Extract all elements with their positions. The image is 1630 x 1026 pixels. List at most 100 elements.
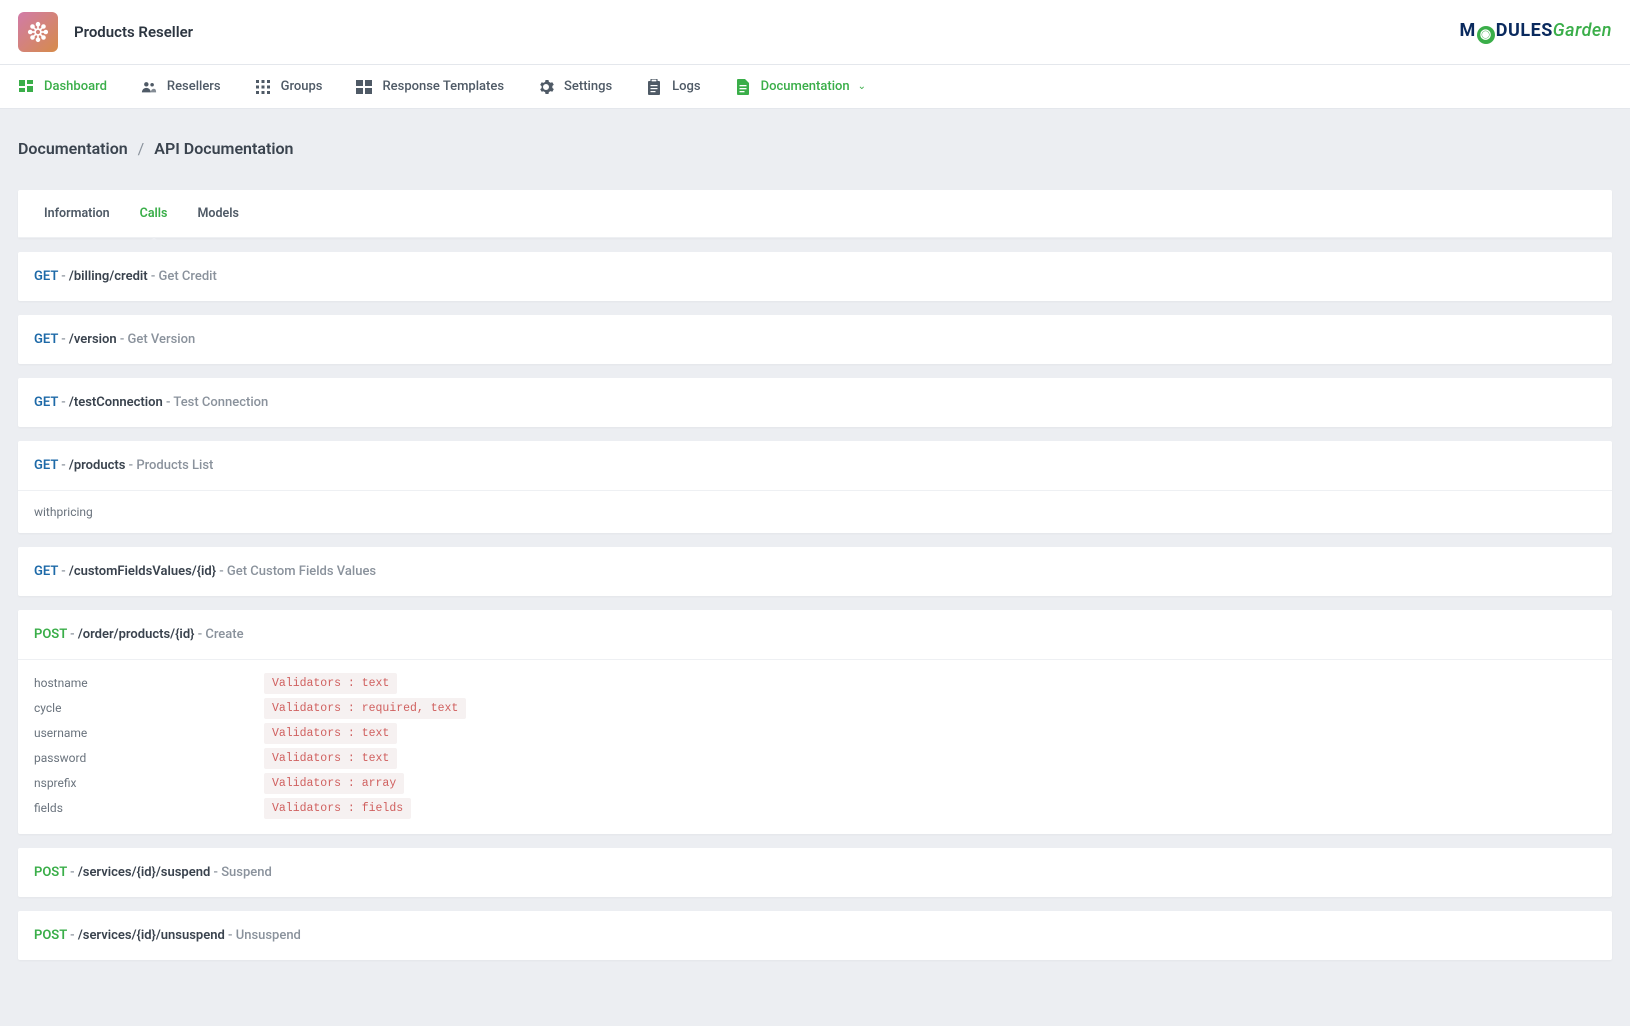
- validator-tag: Validators : text: [264, 748, 397, 769]
- dash: -: [70, 865, 78, 880]
- endpoint-path: /services/{id}/suspend: [78, 865, 210, 880]
- endpoint-head[interactable]: POST - /services/{id}/unsuspend - Unsusp…: [18, 911, 1612, 960]
- clipboard-icon: [646, 79, 662, 95]
- endpoint-path: /products: [69, 458, 126, 473]
- endpoint-method: POST: [34, 928, 67, 943]
- nav-response-templates-label: Response Templates: [382, 79, 504, 94]
- tabs-card: Information Calls Models: [18, 190, 1612, 238]
- endpoint-head[interactable]: GET - /testConnection - Test Connection: [18, 378, 1612, 427]
- tab-information[interactable]: Information: [32, 190, 122, 237]
- endpoint-card: POST - /services/{id}/suspend - Suspend: [18, 848, 1612, 897]
- endpoint-card: GET - /testConnection - Test Connection: [18, 378, 1612, 427]
- endpoint-card: POST - /services/{id}/unsuspend - Unsusp…: [18, 911, 1612, 960]
- dash: -: [61, 332, 69, 347]
- nav-logs[interactable]: Logs: [646, 65, 700, 109]
- endpoint-method: GET: [34, 458, 58, 473]
- endpoint-desc: Test Connection: [173, 395, 268, 410]
- param-row: cycle Validators : required, text: [34, 695, 1596, 720]
- endpoint-head[interactable]: GET - /customFieldsValues/{id} - Get Cus…: [18, 547, 1612, 596]
- nav-settings[interactable]: Settings: [538, 65, 612, 109]
- dash: -: [61, 269, 69, 284]
- param-name: nsprefix: [34, 776, 264, 790]
- navbar: Dashboard Resellers Groups Response Temp…: [0, 65, 1630, 109]
- endpoint-path: /order/products/{id}: [78, 627, 195, 642]
- brand-m: M: [1460, 20, 1476, 41]
- endpoint-method: GET: [34, 269, 58, 284]
- validator-tag: Validators : array: [264, 773, 404, 794]
- endpoint-desc: Create: [205, 627, 243, 642]
- param-row: username Validators : text: [34, 720, 1596, 745]
- endpoint-desc: Products List: [136, 458, 213, 473]
- endpoint-method: GET: [34, 564, 58, 579]
- endpoint-method: GET: [34, 332, 58, 347]
- endpoint-body: withpricing: [18, 490, 1612, 533]
- nav-resellers[interactable]: Resellers: [141, 65, 221, 109]
- templates-icon: [356, 79, 372, 95]
- validator-tag: Validators : fields: [264, 798, 411, 819]
- breadcrumb: Documentation / API Documentation: [18, 127, 1612, 176]
- nav-logs-label: Logs: [672, 79, 700, 94]
- endpoint-card: POST - /order/products/{id} - Create hos…: [18, 610, 1612, 834]
- nav-documentation[interactable]: Documentation ⌄: [735, 65, 866, 109]
- tab-models[interactable]: Models: [185, 190, 250, 237]
- brand-garden: Garden: [1553, 20, 1612, 41]
- grid-icon: [255, 79, 271, 95]
- nav-settings-label: Settings: [564, 79, 612, 94]
- endpoint-desc: Unsuspend: [236, 928, 301, 943]
- endpoint-head[interactable]: GET - /version - Get Version: [18, 315, 1612, 364]
- validator-tag: Validators : text: [264, 723, 397, 744]
- endpoint-desc: Get Custom Fields Values: [227, 564, 376, 579]
- endpoint-method: POST: [34, 627, 67, 642]
- endpoint-path: /services/{id}/unsuspend: [78, 928, 225, 943]
- dash: -: [70, 627, 78, 642]
- chevron-down-icon: ⌄: [858, 81, 866, 92]
- endpoint-card: GET - /version - Get Version: [18, 315, 1612, 364]
- endpoint-head[interactable]: POST - /order/products/{id} - Create: [18, 610, 1612, 659]
- nav-documentation-label: Documentation: [761, 79, 850, 94]
- endpoint-card: GET - /products - Products List withpric…: [18, 441, 1612, 533]
- brand-logo: M◉DULESGarden: [1460, 20, 1613, 44]
- nav-dashboard[interactable]: Dashboard: [18, 65, 107, 109]
- breadcrumb-documentation[interactable]: Documentation: [18, 139, 128, 158]
- param-name: hostname: [34, 676, 264, 690]
- document-icon: [735, 79, 751, 95]
- dash: -: [61, 395, 69, 410]
- content: Documentation / API Documentation Inform…: [0, 109, 1630, 992]
- nav-groups[interactable]: Groups: [255, 65, 323, 109]
- breadcrumb-sep: /: [138, 139, 145, 158]
- param-row: nsprefix Validators : array: [34, 770, 1596, 795]
- dash: -: [228, 928, 236, 943]
- dash: -: [70, 928, 78, 943]
- endpoint-method: GET: [34, 395, 58, 410]
- endpoint-desc: Get Credit: [159, 269, 217, 284]
- endpoint-body: hostname Validators : text cycle Validat…: [18, 659, 1612, 834]
- param-name: username: [34, 726, 264, 740]
- brand-globe-icon: ◉: [1477, 26, 1495, 44]
- validator-tag: Validators : required, text: [264, 698, 466, 719]
- endpoint-desc: Get Version: [128, 332, 196, 347]
- param-row: fields Validators : fields: [34, 795, 1596, 820]
- param-name: withpricing: [34, 505, 93, 519]
- gear-icon: [538, 79, 554, 95]
- param-name: password: [34, 751, 264, 765]
- nav-groups-label: Groups: [281, 79, 323, 94]
- endpoint-path: /version: [69, 332, 117, 347]
- endpoint-path: /customFieldsValues/{id}: [69, 564, 216, 579]
- dash: -: [61, 458, 69, 473]
- param-row: hostname Validators : text: [34, 670, 1596, 695]
- nav-response-templates[interactable]: Response Templates: [356, 65, 504, 109]
- endpoint-head[interactable]: GET - /products - Products List: [18, 441, 1612, 490]
- dash: -: [219, 564, 227, 579]
- endpoint-path: /testConnection: [69, 395, 163, 410]
- endpoint-head[interactable]: GET - /billing/credit - Get Credit: [18, 252, 1612, 301]
- endpoint-desc: Suspend: [221, 865, 272, 880]
- param-name: cycle: [34, 701, 264, 715]
- breadcrumb-api-documentation: API Documentation: [154, 139, 293, 158]
- dash: -: [151, 269, 159, 284]
- endpoint-card: GET - /billing/credit - Get Credit: [18, 252, 1612, 301]
- endpoints-list: GET - /billing/credit - Get Credit GET -…: [18, 252, 1612, 960]
- dash: -: [61, 564, 69, 579]
- tab-calls[interactable]: Calls: [128, 190, 180, 237]
- endpoint-head[interactable]: POST - /services/{id}/suspend - Suspend: [18, 848, 1612, 897]
- endpoint-card: GET - /customFieldsValues/{id} - Get Cus…: [18, 547, 1612, 596]
